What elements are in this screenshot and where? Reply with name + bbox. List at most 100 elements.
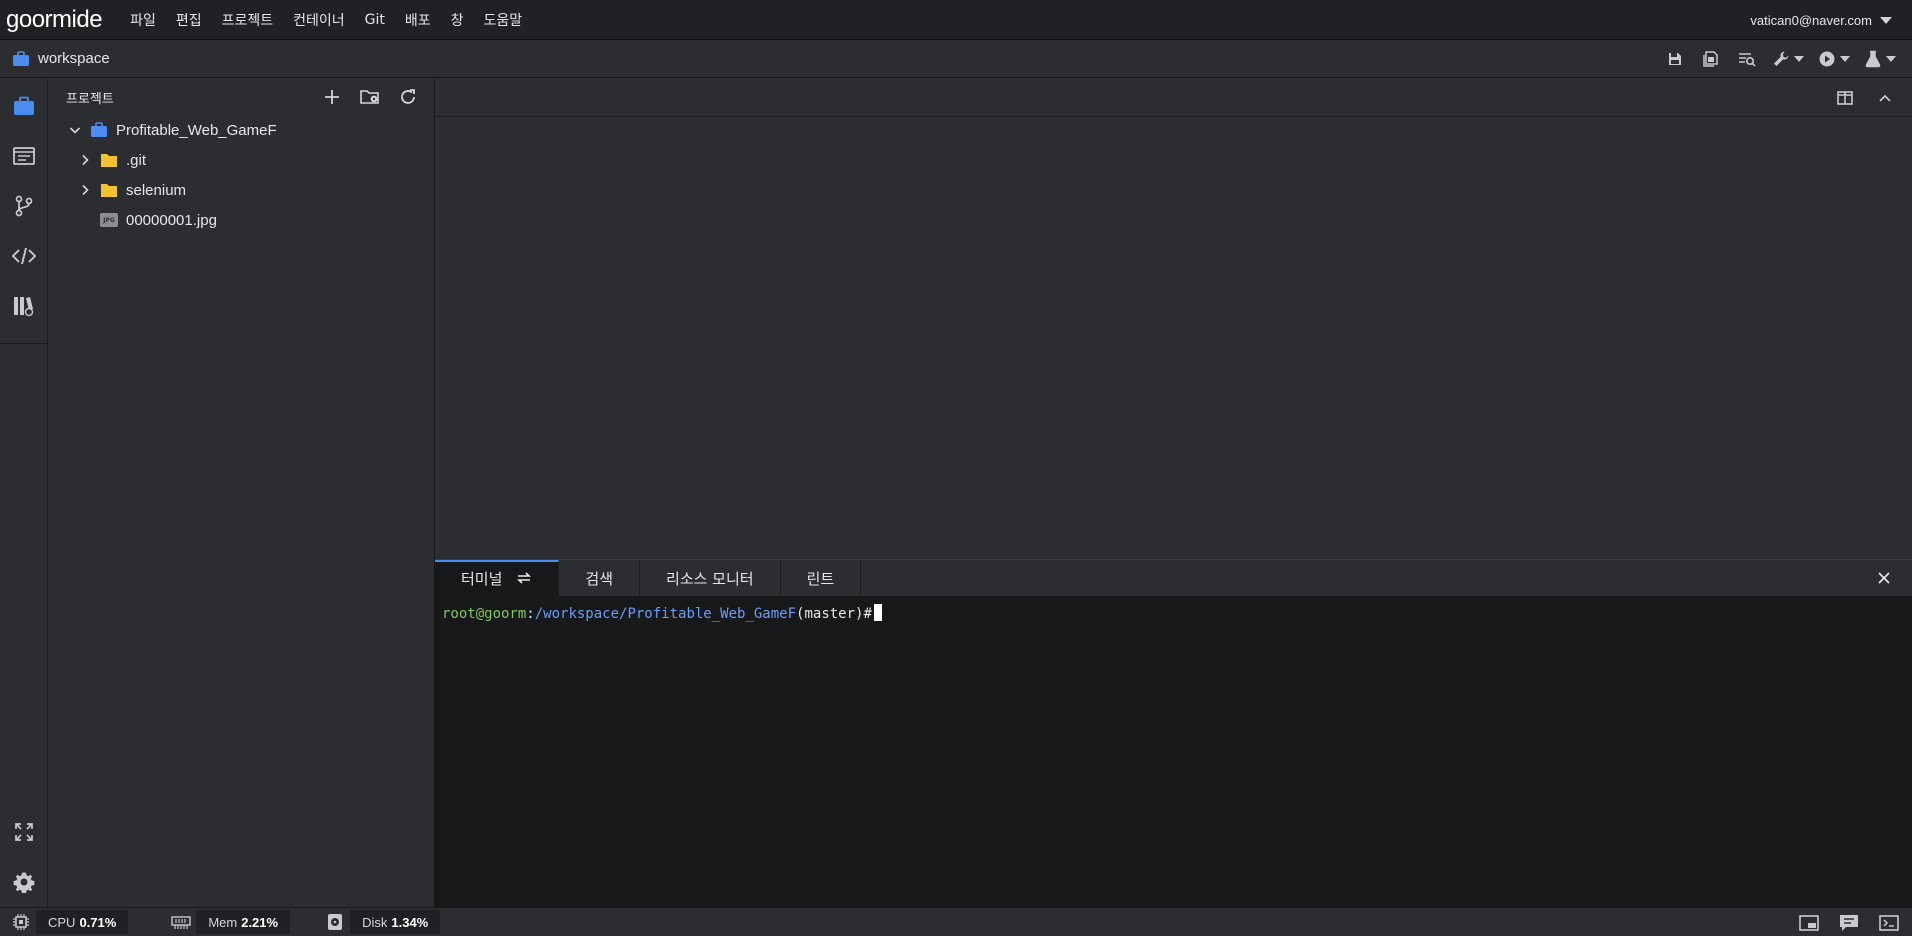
save-all-button[interactable] [1696, 44, 1726, 74]
disk-value: 1.34% [391, 914, 429, 930]
tree-item[interactable]: .git [48, 145, 435, 175]
cpu-icon [6, 908, 36, 936]
wrench-icon [1774, 51, 1789, 66]
folder-settings-icon [360, 90, 379, 104]
editor-tabbar [435, 79, 1912, 117]
project-explorer-button[interactable] [0, 81, 48, 131]
save-button[interactable] [1660, 44, 1690, 74]
layout-toggle-button[interactable] [1796, 910, 1822, 936]
briefcase-icon [12, 50, 30, 67]
git-branch-icon [15, 195, 33, 217]
tree-item-label: selenium [126, 181, 187, 199]
tree-root-project[interactable]: Profitable_Web_GameF [48, 115, 435, 145]
search-replace-button[interactable] [1732, 44, 1762, 74]
menu-deploy[interactable]: 배포 [395, 0, 441, 40]
activity-bottom [0, 807, 48, 907]
terminal-user-host: root@goorm [442, 606, 527, 622]
refresh-icon [401, 89, 415, 104]
git-button[interactable] [0, 181, 48, 231]
refresh-button[interactable] [392, 81, 424, 113]
chat-button[interactable] [1836, 910, 1862, 936]
menu-edit[interactable]: 편집 [166, 0, 212, 40]
folder-icon [100, 153, 118, 168]
terminal-branch: (master)# [796, 606, 872, 622]
window-icon [13, 147, 35, 165]
fullscreen-button[interactable] [0, 807, 48, 857]
tree-item[interactable]: selenium [48, 175, 435, 205]
tab-search[interactable]: 검색 [559, 560, 641, 596]
code-button[interactable] [0, 231, 48, 281]
tree-item[interactable]: JPG 00000001.jpg [48, 205, 435, 235]
cpu-value: 0.71% [79, 914, 117, 930]
test-dropdown[interactable] [1860, 44, 1900, 74]
gear-icon [13, 872, 35, 893]
save-icon [1669, 53, 1681, 65]
disk-icon [320, 908, 350, 936]
tree-item-label: .git [126, 151, 147, 169]
expand-icon [15, 823, 33, 841]
briefcase-icon [90, 122, 108, 138]
memory-usage: Mem 2.21% [196, 910, 291, 934]
menu-window[interactable]: 창 [441, 0, 474, 40]
picture-in-picture-icon [1799, 914, 1819, 931]
chevron-down-icon [1886, 56, 1896, 62]
user-account-menu[interactable]: vatican0@naver.com [1750, 0, 1892, 40]
workspace-bar: workspace [0, 40, 1912, 78]
outline-button[interactable] [0, 131, 48, 181]
menu-container[interactable]: 컨테이너 [283, 0, 355, 40]
new-file-button[interactable] [316, 81, 348, 113]
file-type-badge: JPG [103, 216, 115, 224]
play-circle-icon [1819, 51, 1835, 67]
status-bar: CPU 0.71% Mem 2.21% Disk 1.34% [0, 907, 1912, 936]
terminal-toggle-button[interactable] [1876, 910, 1902, 936]
disk-label: Disk [362, 914, 388, 930]
settings-button[interactable] [0, 857, 48, 907]
tab-label: 검색 [585, 569, 614, 588]
plus-icon [325, 90, 339, 104]
mem-label: Mem [208, 914, 238, 930]
chevron-down-icon[interactable] [68, 123, 82, 137]
new-folder-button[interactable] [354, 81, 386, 113]
code-icon [12, 247, 36, 265]
memory-icon [166, 908, 196, 936]
activity-divider [0, 343, 48, 344]
tab-lint[interactable]: 린트 [781, 560, 862, 596]
briefcase-icon [14, 96, 34, 115]
terminal-cursor [873, 604, 882, 621]
panel-tabs: 터미널 검색 리소스 모니터 린트 [435, 560, 1912, 596]
close-icon [1878, 572, 1890, 584]
save-all-icon [1703, 51, 1718, 67]
chevron-up-icon [1879, 94, 1891, 102]
explorer-header: 프로젝트 [48, 79, 434, 115]
close-panel-button[interactable] [1870, 564, 1898, 592]
chevron-right-icon[interactable] [78, 153, 92, 167]
tab-terminal[interactable]: 터미널 [435, 560, 560, 596]
goormide-logo[interactable]: goormide [6, 6, 103, 34]
swap-icon[interactable] [516, 571, 532, 585]
run-dropdown[interactable] [1814, 44, 1854, 74]
menu-file[interactable]: 파일 [120, 0, 166, 40]
tab-resource-monitor[interactable]: 리소스 모니터 [640, 560, 781, 596]
terminal-colon: : [526, 606, 535, 622]
workspace-toolbar [1660, 40, 1900, 78]
menu-git[interactable]: Git [355, 0, 395, 40]
collapse-editor-button[interactable] [1870, 83, 1900, 113]
search-list-icon [1739, 53, 1756, 67]
menu-bar: goormide 파일 편집 프로젝트 컨테이너 Git 배포 창 도움말 va… [0, 0, 1912, 40]
workspace-name: workspace [38, 50, 110, 67]
disk-usage: Disk 1.34% [350, 910, 441, 934]
jpg-file-icon: JPG [100, 213, 118, 227]
explorer-title: 프로젝트 [66, 91, 114, 107]
activity-bar [0, 79, 48, 907]
editor-area[interactable] [435, 79, 1912, 559]
terminal[interactable]: root@goorm:/workspace/Profitable_Web_Gam… [435, 596, 1912, 908]
library-button[interactable] [0, 281, 48, 331]
folder-icon [100, 183, 118, 198]
build-dropdown[interactable] [1768, 44, 1808, 74]
chevron-right-icon[interactable] [78, 183, 92, 197]
menu-project[interactable]: 프로젝트 [212, 0, 284, 40]
menu-help[interactable]: 도움말 [474, 0, 533, 40]
split-editor-button[interactable] [1830, 83, 1860, 113]
tab-label: 터미널 [461, 569, 503, 588]
terminal-path: /workspace/Profitable_Web_GameF [534, 606, 797, 622]
